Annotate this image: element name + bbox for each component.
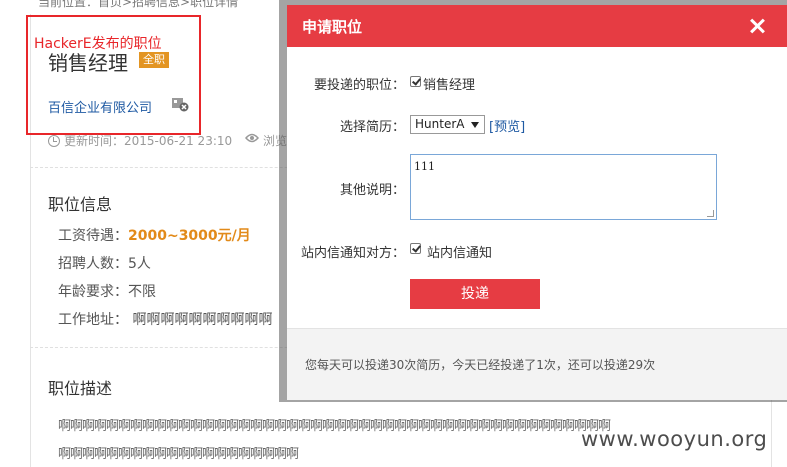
apply-dialog: 申请职位 要投递的职位： 销售经理 选择简历： HunterA [预览] 其他说… xyxy=(287,5,787,400)
note-label: 其他说明： xyxy=(339,183,405,198)
submit-button[interactable]: 投递 xyxy=(410,279,540,309)
breadcrumb: 当前位置：首页>招聘信息>职位详情 xyxy=(38,0,239,9)
job-description-heading: 职位描述 xyxy=(48,379,113,398)
note-textarea[interactable]: 111 xyxy=(410,154,717,220)
eye-icon xyxy=(245,133,259,143)
quota-text: 您每天可以投递30次简历，今天已经投递了1次，还可以投递29次 xyxy=(305,358,656,372)
notify-checkbox[interactable] xyxy=(410,243,421,254)
resume-label: 选择简历： xyxy=(339,120,405,135)
position-value: 销售经理 xyxy=(423,78,476,93)
page: 当前位置：首页>招聘信息>职位详情 HackerE发布的职位 销售经理 全职 百… xyxy=(0,0,787,467)
update-time: 更新时间：2015-06-21 23:10 xyxy=(48,132,232,149)
close-icon[interactable] xyxy=(746,15,768,37)
preview-link[interactable]: [预览] xyxy=(489,116,525,135)
position-checkbox[interactable] xyxy=(410,76,421,87)
dialog-footer: 您每天可以投递30次简历，今天已经投递了1次，还可以投递29次 xyxy=(287,328,787,400)
job-info-heading: 职位信息 xyxy=(48,195,113,214)
company-card-icon[interactable] xyxy=(171,96,189,112)
job-title: 销售经理 xyxy=(48,51,128,75)
dropdown-arrow-icon xyxy=(471,122,479,128)
age-row: 年龄要求：不限 xyxy=(58,284,156,300)
notify-label: 站内信通知对方： xyxy=(300,246,405,261)
dialog-title: 申请职位 xyxy=(302,18,363,36)
update-time-text: 更新时间：2015-06-21 23:10 xyxy=(64,134,233,148)
address-row: 工作地址： 啊啊啊啊啊啊啊啊啊啊 xyxy=(58,309,272,329)
description-line: 啊啊啊啊啊啊啊啊啊啊啊啊啊啊啊啊啊啊啊啊 xyxy=(58,447,299,462)
description-line: 啊啊啊啊啊啊啊啊啊啊啊啊啊啊啊啊啊啊啊啊啊啊啊啊啊啊啊啊啊啊啊啊啊啊啊啊啊啊啊啊… xyxy=(58,419,611,434)
company-link[interactable]: 百信企业有限公司 xyxy=(48,97,152,116)
resume-select[interactable]: HunterA xyxy=(410,115,485,134)
salary-row: 工资待遇：2000~3000元/月 xyxy=(58,225,251,245)
headcount-row: 招聘人数：5人 xyxy=(58,256,151,272)
watermark: www.wooyun.org xyxy=(581,427,768,451)
job-type-badge: 全职 xyxy=(139,52,169,68)
notify-option: 站内信通知 xyxy=(427,246,493,261)
salary-value: 2000~3000元/月 xyxy=(128,228,251,244)
resume-selected: HunterA xyxy=(415,117,465,131)
clock-icon xyxy=(48,135,60,147)
position-label: 要投递的职位： xyxy=(313,78,405,93)
salary-label: 工资待遇： xyxy=(58,228,128,244)
dialog-header: 申请职位 xyxy=(287,5,787,47)
address-label: 工作地址： xyxy=(58,312,128,328)
address-value: 啊啊啊啊啊啊啊啊啊啊 xyxy=(132,312,273,328)
